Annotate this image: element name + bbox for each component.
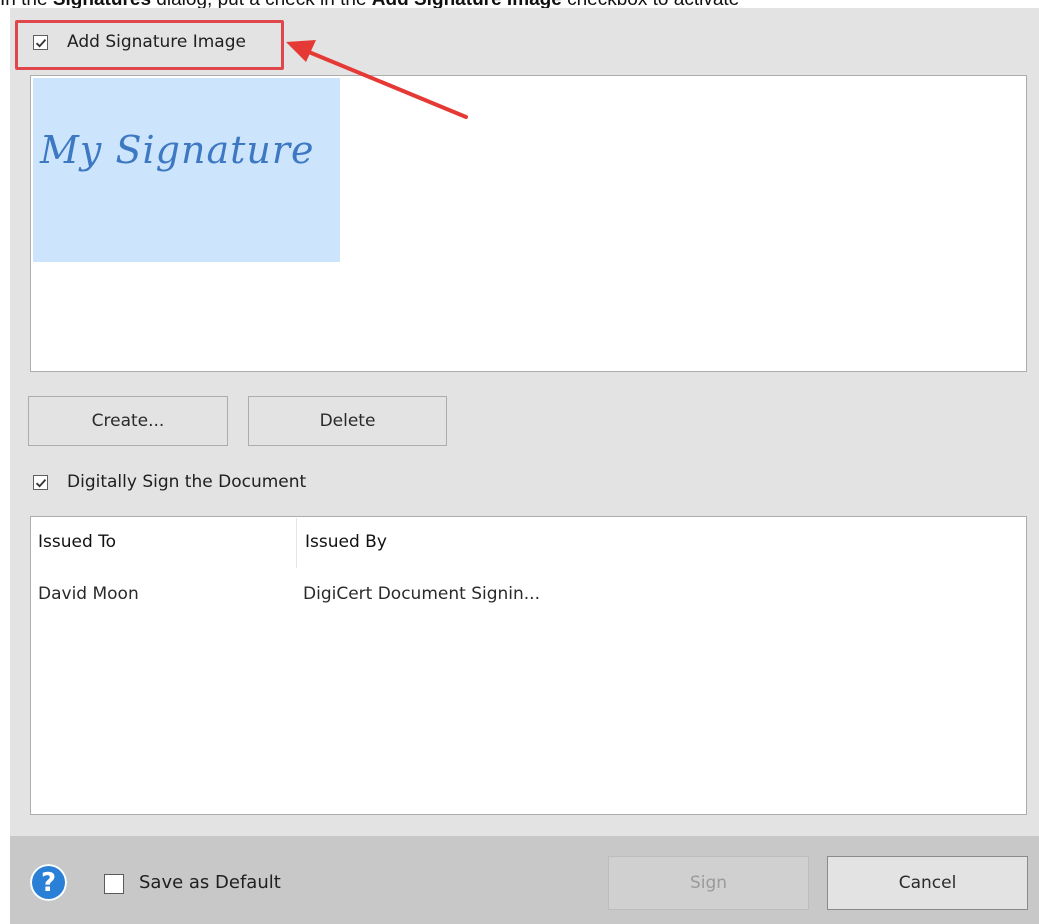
help-icon[interactable]: ? bbox=[30, 864, 67, 901]
signature-preview-text: My Signature bbox=[40, 128, 315, 172]
annotation-arrow-icon bbox=[286, 40, 468, 119]
save-as-default-label: Save as Default bbox=[139, 872, 281, 893]
column-header-issued-by[interactable]: Issued By bbox=[305, 532, 387, 552]
sign-button[interactable]: Sign bbox=[608, 856, 809, 910]
cell-issued-by: DigiCert Document Signin... bbox=[303, 584, 540, 604]
save-as-default-checkbox[interactable] bbox=[104, 874, 124, 894]
digitally-sign-checkbox[interactable] bbox=[33, 475, 48, 490]
page-margin bbox=[0, 0, 10, 924]
checkmark-icon bbox=[35, 479, 47, 488]
column-header-issued-to[interactable]: Issued To bbox=[38, 532, 116, 552]
table-row[interactable]: David Moon DigiCert Document Signin... bbox=[31, 572, 1026, 622]
cancel-button[interactable]: Cancel bbox=[827, 856, 1028, 910]
digitally-sign-label: Digitally Sign the Document bbox=[67, 472, 307, 492]
cell-issued-to: David Moon bbox=[38, 584, 139, 604]
column-separator bbox=[296, 518, 297, 568]
annotation-highlight-box bbox=[15, 20, 284, 70]
certificate-list[interactable] bbox=[30, 516, 1027, 815]
delete-button[interactable]: Delete bbox=[248, 396, 447, 446]
create-button[interactable]: Create... bbox=[28, 396, 228, 446]
